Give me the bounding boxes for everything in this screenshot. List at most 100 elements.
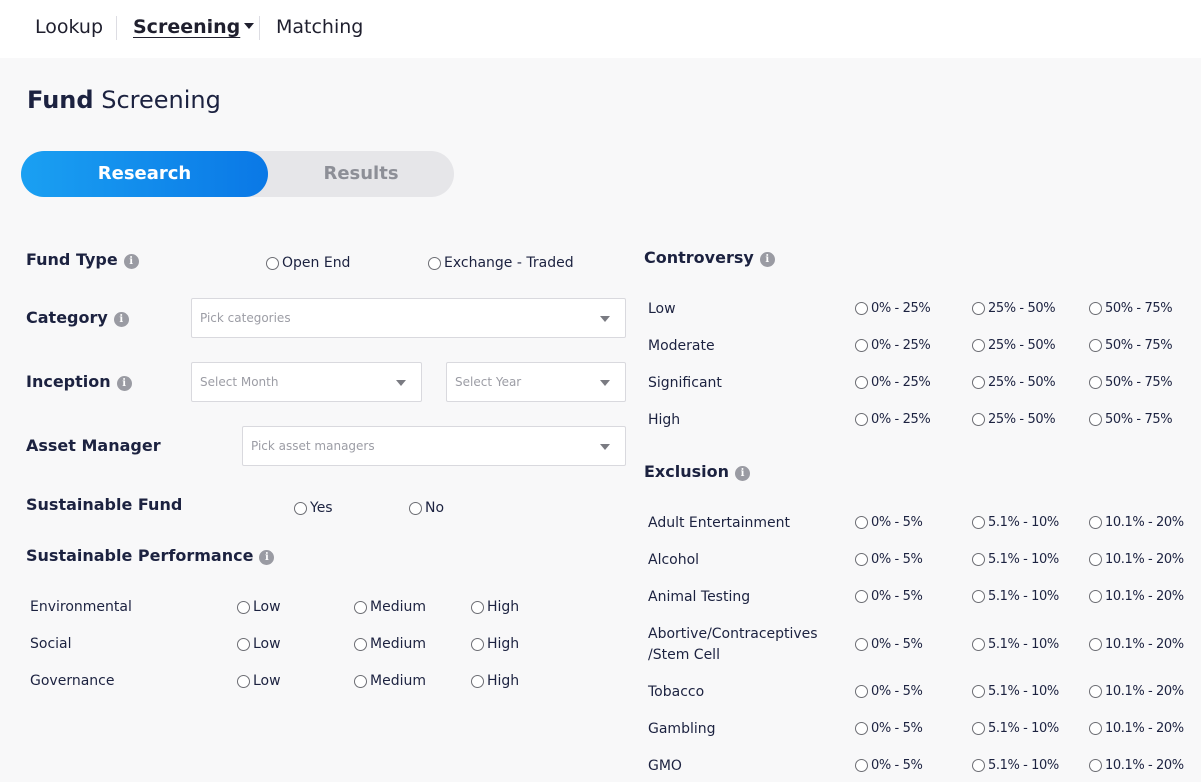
controversy-high-opt1[interactable]: 0% - 25% [855,412,931,427]
radio-circle[interactable] [354,600,367,614]
radio-circle[interactable] [855,638,868,651]
exclusion-abortive-opt1[interactable]: 0% - 5% [855,637,923,652]
exclusion-animal-opt3[interactable]: 10.1% - 20% [1089,589,1184,604]
sustainable-fund-yes[interactable]: Yes [294,500,333,516]
exclusion-animal-opt2[interactable]: 5.1% - 10% [972,589,1059,604]
tab-results[interactable]: Results [268,151,454,197]
radio-circle[interactable] [471,637,484,651]
category-select[interactable]: Pick categories [191,298,626,338]
radio-circle[interactable] [1089,553,1102,566]
radio-circle[interactable] [972,553,985,566]
info-icon[interactable]: i [113,312,129,327]
controversy-significant-opt3[interactable]: 50% - 75% [1089,375,1173,390]
controversy-low-opt2[interactable]: 25% - 50% [972,301,1056,316]
radio-circle[interactable] [354,637,367,651]
radio-circle[interactable] [266,256,279,270]
controversy-low-opt3[interactable]: 50% - 75% [1089,301,1173,316]
radio-circle[interactable] [855,376,868,389]
fund-type-exchange-traded[interactable]: Exchange - Traded [428,255,574,271]
radio-circle[interactable] [855,516,868,529]
exclusion-adult-opt3[interactable]: 10.1% - 20% [1089,515,1184,530]
nav-lookup[interactable]: Lookup [35,16,103,38]
exclusion-tobacco-opt1[interactable]: 0% - 5% [855,684,923,699]
controversy-moderate-opt1[interactable]: 0% - 25% [855,338,931,353]
exclusion-tobacco-opt3[interactable]: 10.1% - 20% [1089,684,1184,699]
radio-circle[interactable] [855,553,868,566]
radio-circle[interactable] [972,302,985,315]
exclusion-gmo-opt2[interactable]: 5.1% - 10% [972,758,1059,773]
controversy-high-opt2[interactable]: 25% - 50% [972,412,1056,427]
info-icon[interactable]: i [123,254,139,269]
radio-circle[interactable] [855,759,868,772]
radio-circle[interactable] [972,759,985,772]
exclusion-gambling-opt3[interactable]: 10.1% - 20% [1089,721,1184,736]
exclusion-gmo-opt3[interactable]: 10.1% - 20% [1089,758,1184,773]
controversy-significant-opt2[interactable]: 25% - 50% [972,375,1056,390]
controversy-significant-opt1[interactable]: 0% - 25% [855,375,931,390]
radio-circle[interactable] [972,722,985,735]
radio-circle[interactable] [972,590,985,603]
perf-governance-high[interactable]: High [471,673,519,689]
radio-circle[interactable] [972,413,985,426]
radio-circle[interactable] [1089,722,1102,735]
exclusion-tobacco-opt2[interactable]: 5.1% - 10% [972,684,1059,699]
exclusion-alcohol-opt2[interactable]: 5.1% - 10% [972,552,1059,567]
info-icon[interactable]: i [259,550,275,565]
perf-environmental-low[interactable]: Low [237,599,281,615]
radio-circle[interactable] [1089,339,1102,352]
controversy-moderate-opt2[interactable]: 25% - 50% [972,338,1056,353]
radio-circle[interactable] [1089,638,1102,651]
exclusion-gambling-opt2[interactable]: 5.1% - 10% [972,721,1059,736]
fund-type-open-end[interactable]: Open End [266,255,350,271]
exclusion-gmo-opt1[interactable]: 0% - 5% [855,758,923,773]
exclusion-alcohol-opt1[interactable]: 0% - 5% [855,552,923,567]
inception-year-select[interactable]: Select Year [446,362,626,402]
controversy-moderate-opt3[interactable]: 50% - 75% [1089,338,1173,353]
radio-circle[interactable] [409,501,422,515]
radio-circle[interactable] [294,501,307,515]
radio-circle[interactable] [354,674,367,688]
radio-circle[interactable] [1089,376,1102,389]
tab-research[interactable]: Research [21,151,268,197]
radio-circle[interactable] [1089,413,1102,426]
info-icon[interactable]: i [116,376,132,391]
radio-circle[interactable] [972,685,985,698]
radio-circle[interactable] [972,638,985,651]
controversy-low-opt1[interactable]: 0% - 25% [855,301,931,316]
chevron-down-icon[interactable] [396,380,406,386]
info-icon[interactable]: i [735,466,750,481]
radio-circle[interactable] [855,413,868,426]
exclusion-abortive-opt3[interactable]: 10.1% - 20% [1089,637,1184,652]
radio-circle[interactable] [972,339,985,352]
radio-circle[interactable] [972,516,985,529]
nav-screening[interactable]: Screening [133,16,255,38]
controversy-high-opt3[interactable]: 50% - 75% [1089,412,1173,427]
sustainable-fund-no[interactable]: No [409,500,444,516]
exclusion-gambling-opt1[interactable]: 0% - 5% [855,721,923,736]
radio-circle[interactable] [1089,302,1102,315]
exclusion-adult-opt2[interactable]: 5.1% - 10% [972,515,1059,530]
radio-circle[interactable] [471,674,484,688]
chevron-down-icon[interactable] [600,444,610,450]
chevron-down-icon[interactable] [600,380,610,386]
radio-circle[interactable] [855,590,868,603]
perf-environmental-high[interactable]: High [471,599,519,615]
info-icon[interactable]: i [759,252,775,267]
radio-circle[interactable] [1089,759,1102,772]
radio-circle[interactable] [237,600,250,614]
radio-circle[interactable] [855,339,868,352]
perf-social-high[interactable]: High [471,636,519,652]
radio-circle[interactable] [1089,516,1102,529]
asset-manager-select[interactable]: Pick asset managers [242,426,626,466]
radio-circle[interactable] [855,722,868,735]
radio-circle[interactable] [1089,685,1102,698]
radio-circle[interactable] [428,256,441,270]
exclusion-adult-opt1[interactable]: 0% - 5% [855,515,923,530]
nav-matching[interactable]: Matching [276,16,363,38]
perf-social-medium[interactable]: Medium [354,636,426,652]
perf-governance-medium[interactable]: Medium [354,673,426,689]
inception-month-select[interactable]: Select Month [191,362,422,402]
radio-circle[interactable] [855,302,868,315]
radio-circle[interactable] [972,376,985,389]
radio-circle[interactable] [237,674,250,688]
